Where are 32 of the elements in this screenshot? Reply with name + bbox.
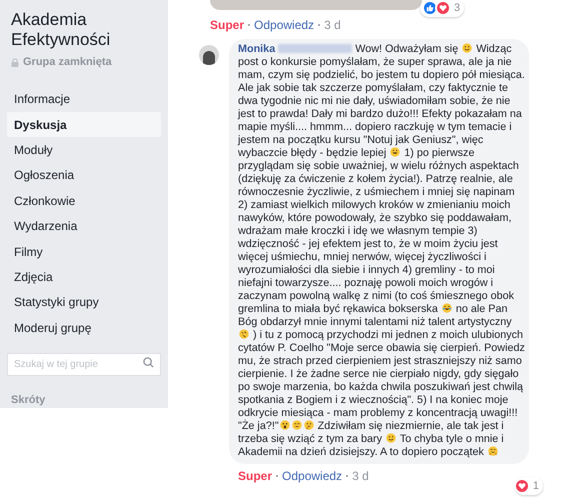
avatar[interactable]: [199, 45, 219, 65]
nav-item[interactable]: Ogłoszenia: [7, 162, 161, 188]
smiley-icon: [239, 329, 249, 339]
search-field[interactable]: Szukaj w tej grupie: [7, 352, 161, 376]
section-heading: Skróty: [10, 392, 46, 408]
nav-item[interactable]: Moderuj grupę: [7, 315, 161, 341]
group-title[interactable]: Akademia Efektywności: [7, 10, 161, 50]
nav-item[interactable]: Zdjęcia: [7, 264, 161, 290]
smiley-icon: [292, 420, 302, 430]
reaction-link[interactable]: Super: [238, 469, 272, 483]
nav-item[interactable]: Dyskusja: [7, 112, 161, 138]
nav-item[interactable]: Informacje: [7, 86, 161, 112]
surprised-face-icon: [280, 420, 290, 430]
hugging-face-icon: [488, 446, 498, 456]
nav-item[interactable]: Filmy: [7, 238, 161, 264]
author-name[interactable]: Monika: [238, 43, 276, 55]
reaction-link[interactable]: Super: [210, 18, 244, 32]
smiley-icon: [390, 147, 400, 157]
nav-item[interactable]: Statystyki grupy: [7, 290, 161, 316]
search-icon[interactable]: [143, 356, 154, 368]
reply-link[interactable]: Odpowiedz: [254, 18, 314, 32]
comment-text: Monika Wow! Odważyłam się Widząc post o konkursie pomyślałam, że super sprawa, ale ja nie mam, czym się podzielić, bo jestem tu dopiero pół miesiąca. Ale jak sobie tak szczerze pomyślałam, czy faktycznie te dwa tygodnie nic mi nie dały, uświadomiłam sobie, że nie jest to prawda! Dały mi bardzo dużo!!! Efekty pokazałam na mapie myśli.... hmmm... dopiero raczkuję w tym temacie i jestem na początku kursu "Notuj jak Geniusz", więc wybaczcie błędy - będzie lepiej 1) po pierwsze przyglądam się sobie uważniej, w wielu różnych aspektach (dziękuję za ćwiczenie z kołem życia!). Patrzę realnie, ale równoczesnie życzliwie, z uśmiechem i mniej się napinam 2) zamiast wielkich milowych kroków w zmienianiu moich nawyków, które powodowały, że szybko się poddawałam, wdrażam małe kroczki i idę we własnym tempie 3) wdzięczność - jej efektem jest to, że w moim życiu jest więcej uśmiechu, mniej nerwów, więcej życzliwości i wyrozumiałości dla siebie i innych 4) gremliny - to moi niefajni towarzysze.... poznaję powoli moich wrogów i zaczynam powolną walkę z nimi (to coś śmiesznego obok gremlina to miała być rękawica bokserska no ale Pan Bóg obdarzył mnie innymi talentami niż talent artystyczny ) i tu z pomocą przychodzi mi jednen z moich ulubionych cytatów P. Coelho "Moje serce obawia się cierpień. Powiedz mu, że strach przed cierpieniem jest straszniejszy niż samo cierpienie. I że żadne serce nie cierpiało nigdy, gdy sięgało po swoje marzenia, bo każda chwila poszukiwań jest chwilą spotkania z Bogiem i z wiecznością". 5) I na koniec moje odkrycie miesiąca - mam problemy z koncentracją uwagi!!! "Że ja?!" Zdziwiłam się niezmiernie, ale tak jest i trzeba się wziąć z tym za bary To chyba tyle o mnie i Akademii na dzień dzisiejszy. A to dopiero początek: [238, 43, 526, 459]
thinking-face-icon: [304, 420, 314, 430]
nav-item[interactable]: Członkowie: [7, 188, 161, 214]
smiley-icon: [462, 43, 472, 53]
nav-item[interactable]: Wydarzenia: [7, 214, 161, 239]
smiley-icon: [442, 303, 452, 313]
reply-link[interactable]: Odpowiedz: [282, 469, 342, 483]
nav-item[interactable]: Moduły: [7, 137, 161, 163]
lock-icon: [11, 58, 19, 67]
smiley-icon: [386, 433, 396, 443]
privacy-label: Grupa zamknięta: [23, 55, 112, 70]
